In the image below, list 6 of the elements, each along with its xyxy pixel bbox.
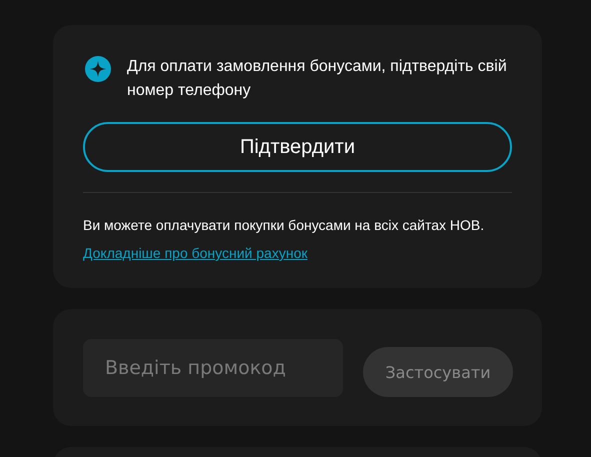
confirm-button[interactable]: Підтвердити: [83, 122, 512, 172]
bonus-info-text: Ви можете оплачувати покупки бонусами на всіх сайтах НОВ.: [83, 216, 486, 234]
bonus-message: Для оплати замовлення бонусами, підтвердіть свій номер телефону: [127, 57, 508, 101]
sparkle-icon: [85, 56, 111, 82]
bonus-account-link[interactable]: Докладніше про бонусний рахунок: [83, 244, 308, 262]
promo-code-field[interactable]: Введіть промокод: [83, 339, 343, 397]
